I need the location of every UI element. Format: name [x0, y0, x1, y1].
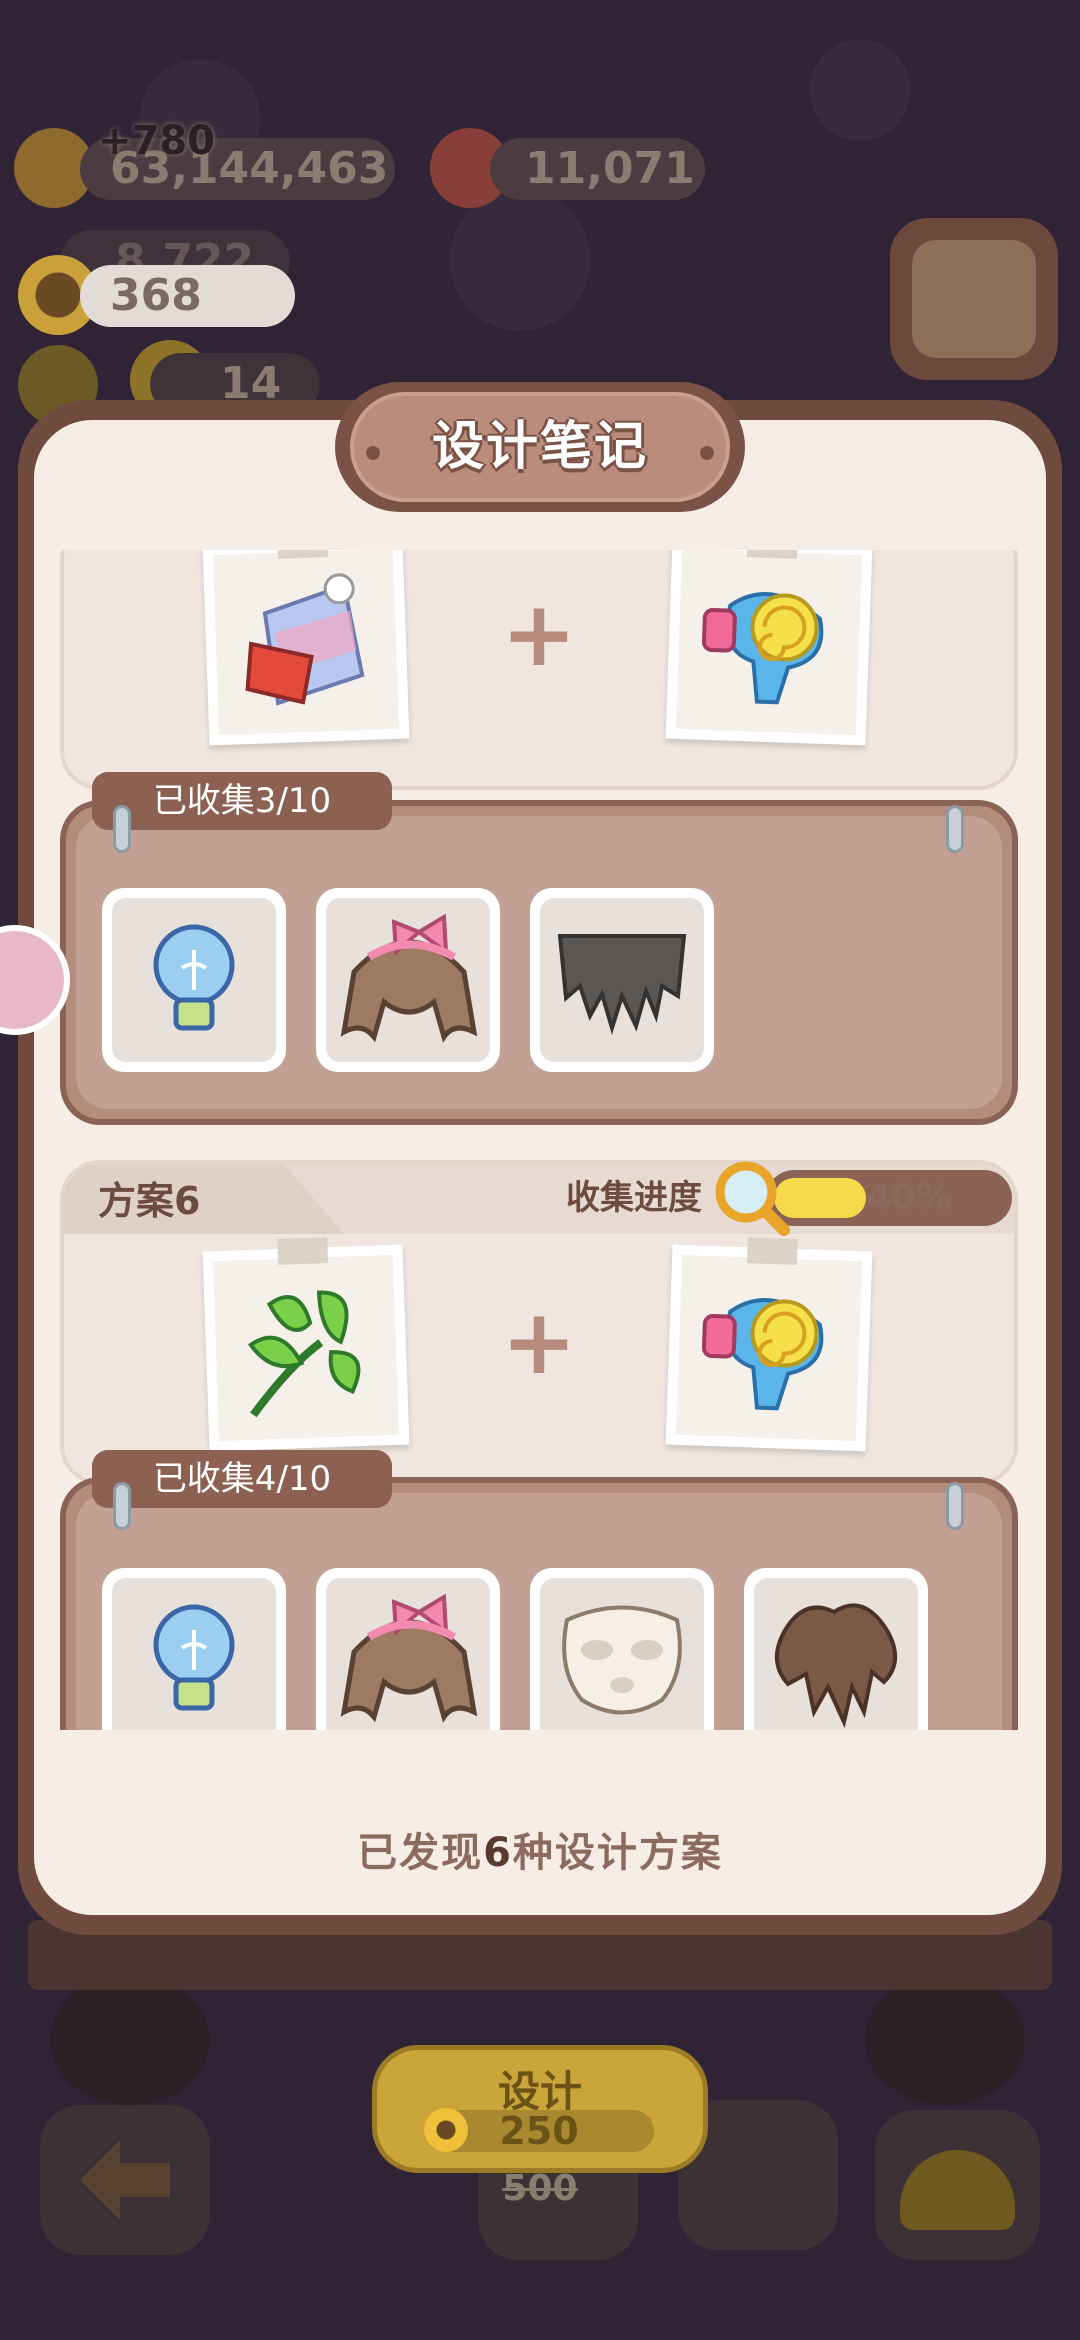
- ingredient-photo-right[interactable]: [665, 550, 873, 746]
- plus-icon: +: [501, 1290, 577, 1395]
- arrow-left-icon: [80, 2140, 170, 2220]
- green-herb-icon: [248, 1290, 361, 1418]
- design-cost: 250: [499, 2109, 579, 2153]
- discovered-count: 6: [483, 1830, 513, 1876]
- rainbow-bag-icon: [245, 573, 365, 706]
- recipe-name: 方案6: [98, 1179, 201, 1223]
- recipe-scroll-list[interactable]: + 已收集3/10 方案6 收集进度 40% + 已收集4/10: [34, 550, 1046, 1730]
- discovered-summary: 已发现6种设计方案: [357, 1830, 723, 1876]
- gem-value: 11,071: [525, 143, 695, 194]
- book-icon: [912, 240, 1036, 358]
- plus-icon: +: [501, 582, 577, 687]
- dialog-panel: + 已收集3/10 方案6 收集进度 40% + 已收集4/10 已发现6种设计…: [34, 420, 1046, 1915]
- collected-item-slot[interactable]: [102, 1568, 286, 1730]
- lightbulb-icon: [153, 1604, 235, 1711]
- pink-bow-hair-icon: [340, 913, 478, 1043]
- magnifier-icon: [715, 1161, 790, 1236]
- collected-count-tag: 已收集3/10: [92, 772, 392, 830]
- brown-hair-icon: [775, 1603, 897, 1728]
- ingredient-photo-right[interactable]: [665, 1237, 873, 1452]
- progress-label: 收集进度: [566, 1178, 702, 1218]
- dark-fringe-hair-icon: [557, 934, 687, 1035]
- clip-icon: [946, 805, 964, 853]
- helmet-icon: [900, 2150, 1015, 2230]
- sunflower-counter: 368: [80, 265, 295, 327]
- collected-item-slot[interactable]: [316, 888, 500, 1072]
- clip-icon: [113, 805, 131, 853]
- coin-gain-text: +780: [98, 118, 216, 164]
- gem-counter: 11,071: [490, 138, 705, 200]
- swirl-blaster-icon: [701, 1298, 824, 1411]
- collected-item-slot[interactable]: [530, 1568, 714, 1730]
- pink-bow-hair-icon: [340, 1593, 478, 1723]
- lightbulb-icon: [153, 924, 235, 1031]
- progress-percent: 40%: [866, 1177, 953, 1218]
- collected-item-slot[interactable]: [316, 1568, 500, 1730]
- helmet-button[interactable]: [875, 2110, 1040, 2260]
- back-button[interactable]: [40, 2105, 210, 2255]
- dialog-title: 设计笔记: [431, 417, 648, 477]
- collected-item-slot[interactable]: [530, 888, 714, 1072]
- ingredient-photo-left[interactable]: [202, 1237, 410, 1452]
- collected-item-slot[interactable]: [744, 1568, 928, 1730]
- clip-icon: [113, 1482, 131, 1530]
- progress-bar: 40%: [766, 1170, 1012, 1226]
- collected-item-slot[interactable]: [102, 888, 286, 1072]
- swirl-blaster-icon: [701, 592, 824, 705]
- sunflower-value: 368: [110, 270, 202, 321]
- face-mask-icon: [562, 1605, 682, 1715]
- collected-count-tag: 已收集4/10: [92, 1450, 392, 1508]
- original-cost: 500: [502, 2168, 578, 2209]
- cart-wheel-left: [50, 1975, 210, 2105]
- album-button[interactable]: [890, 218, 1058, 380]
- ingredient-photo-left[interactable]: [202, 550, 410, 746]
- clip-icon: [946, 1482, 964, 1530]
- cart-wheel-right: [865, 1975, 1025, 2105]
